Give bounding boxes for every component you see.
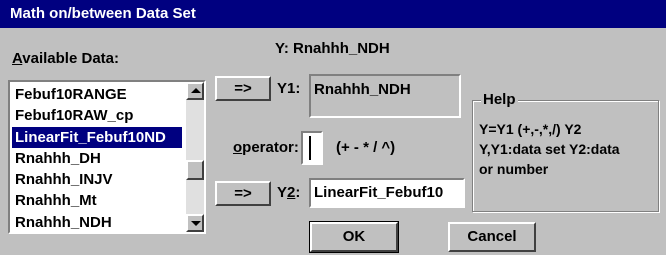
help-line: Y,Y1:data set Y2:data	[479, 141, 620, 157]
operator-label: operator:	[233, 139, 299, 156]
list-item[interactable]: Rnahhh_NDH	[12, 212, 182, 232]
title-bar: Math on/between Data Set	[0, 0, 666, 28]
list-item[interactable]: Febuf10RANGE	[12, 84, 182, 105]
help-title: Help	[481, 91, 518, 108]
arrow-up-icon	[191, 88, 201, 93]
y2-label: Y2:	[277, 184, 300, 201]
operator-hint: (+ - * / ^)	[336, 139, 396, 156]
math-dataset-dialog: Math on/between Data Set Available Data:…	[0, 0, 666, 255]
help-line: Y=Y1 (+,-,*,/) Y2	[479, 121, 582, 137]
help-groupbox: Help Y=Y1 (+,-,*,/) Y2 Y,Y1:data set Y2:…	[472, 91, 659, 212]
operator-label-text: perator:	[242, 139, 299, 156]
scroll-down-button[interactable]	[186, 214, 204, 232]
list-item[interactable]: Rnahhh_Mt	[12, 190, 182, 211]
operator-input[interactable]	[301, 131, 323, 165]
y2-field[interactable]: LinearFit_Febuf10	[309, 178, 465, 208]
result-label: Y: Rnahhh_NDH	[275, 40, 390, 57]
vertical-scrollbar[interactable]	[186, 82, 204, 232]
window-title: Math on/between Data Set	[10, 5, 196, 22]
available-data-listbox[interactable]: Febuf10RANGE Febuf10RAW_cp LinearFit_Feb…	[8, 80, 206, 234]
y1-assign-button[interactable]: =>	[215, 76, 271, 101]
help-line: or number	[479, 161, 549, 177]
y1-field[interactable]: Rnahhh_NDH	[309, 74, 461, 118]
scroll-up-button[interactable]	[186, 82, 204, 100]
ok-button[interactable]: OK	[309, 221, 399, 253]
arrow-down-icon	[191, 221, 201, 226]
y1-label: Y1:	[277, 80, 301, 97]
cancel-button[interactable]: Cancel	[448, 222, 536, 252]
available-data-label-text: vailable Data:	[22, 50, 119, 67]
y2-label-suffix: :	[295, 184, 301, 201]
list-item[interactable]: Rnahhh_DH	[12, 148, 182, 169]
y2-assign-button[interactable]: =>	[215, 181, 271, 206]
available-data-label-accel: A	[12, 50, 23, 67]
y2-label-prefix: Y	[277, 184, 288, 201]
scroll-thumb[interactable]	[186, 160, 204, 180]
list-item-selected[interactable]: LinearFit_Febuf10ND	[12, 126, 182, 148]
list-item[interactable]: Febuf10RAW_cp	[12, 105, 182, 126]
text-caret	[309, 136, 311, 160]
list-item[interactable]: Rnahhh_INJV	[12, 169, 182, 190]
operator-label-accel: o	[233, 139, 243, 156]
available-data-items: Febuf10RANGE Febuf10RAW_cp LinearFit_Feb…	[12, 84, 182, 232]
available-data-label: Available Data:	[12, 50, 119, 67]
